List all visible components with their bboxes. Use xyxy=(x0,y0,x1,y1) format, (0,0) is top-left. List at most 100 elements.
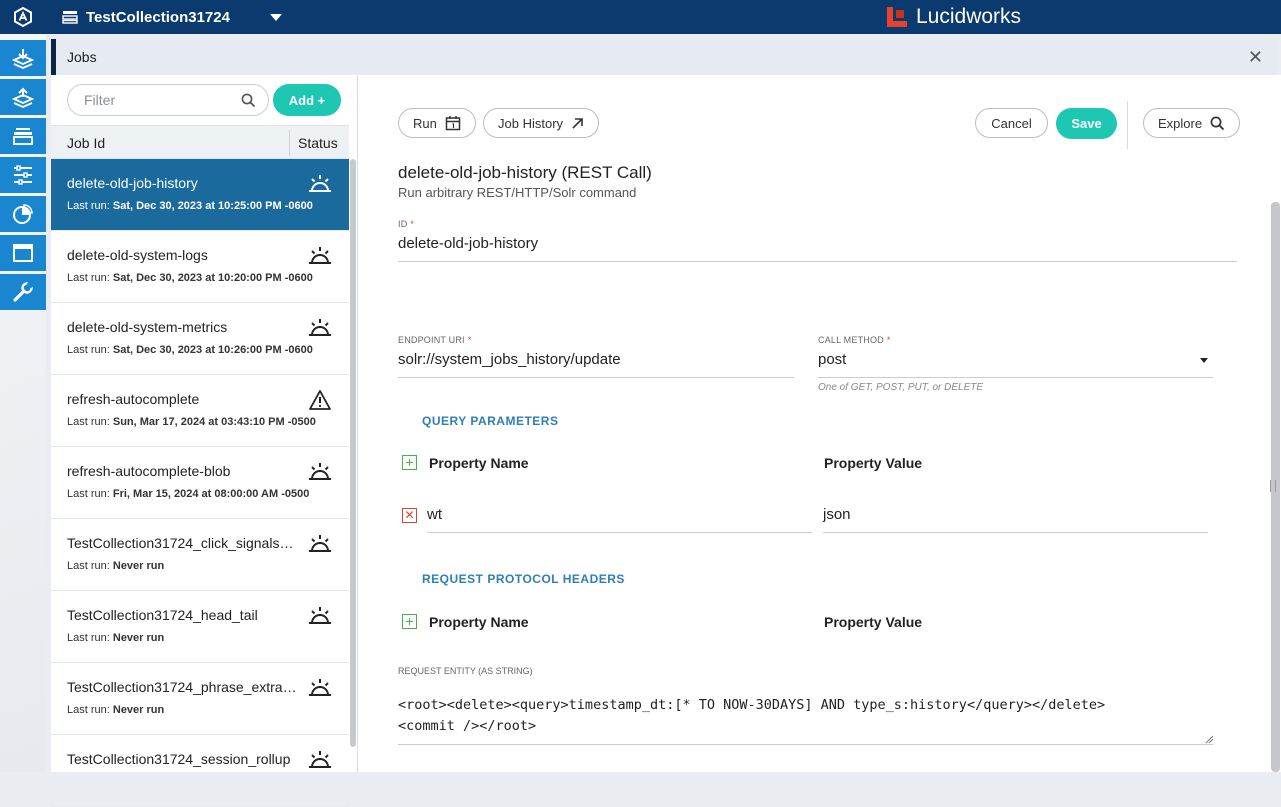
collection-name: TestCollection31724 xyxy=(86,8,230,26)
lucidworks-mark-icon xyxy=(886,6,908,28)
sunrise-icon xyxy=(308,461,332,483)
add-query-param-icon[interactable]: + xyxy=(402,455,417,470)
brand-name: Lucidworks xyxy=(916,5,1022,28)
rail-index-icon[interactable] xyxy=(0,40,46,76)
rail-apps-icon[interactable] xyxy=(0,235,46,271)
run-button[interactable]: Run xyxy=(398,108,476,138)
endpoint-uri-field[interactable]: solr://system_jobs_history/update xyxy=(398,351,794,378)
close-icon[interactable]: ✕ xyxy=(1248,47,1263,68)
job-name: TestCollection31724_click_signals_aggreg… xyxy=(67,535,297,551)
job-name: delete-old-job-history xyxy=(67,175,198,191)
job-last-run: Last run: Never run xyxy=(67,704,164,716)
add-header-icon[interactable]: + xyxy=(402,614,417,629)
id-label-text: ID xyxy=(398,219,408,229)
rail-system-wrench-icon[interactable] xyxy=(0,274,46,310)
header-property-value-header: Property Value xyxy=(824,614,923,630)
query-parameters-heading: QUERY PARAMETERS xyxy=(422,414,559,428)
rail-query-icon[interactable] xyxy=(0,79,46,115)
job-row[interactable]: delete-old-system-metrics Last run: Sat, … xyxy=(51,303,349,375)
column-status[interactable]: Status xyxy=(298,135,338,151)
job-row[interactable]: TestCollection31724_session_rollup xyxy=(51,735,349,807)
last-run-label: Last run: xyxy=(67,200,110,212)
job-row[interactable]: refresh-autocomplete-blob Last run: Fri, … xyxy=(51,447,349,519)
explore-label: Explore xyxy=(1158,115,1203,131)
param-value-field[interactable]: json xyxy=(823,506,1208,533)
collection-selector[interactable]: TestCollection31724 xyxy=(62,0,282,34)
chevron-down-icon xyxy=(1200,358,1208,363)
cancel-button[interactable]: Cancel xyxy=(975,108,1048,138)
job-history-button[interactable]: Job History xyxy=(483,108,600,138)
last-run-label: Last run: xyxy=(67,416,110,428)
save-button[interactable]: Save xyxy=(1056,108,1117,139)
job-last-run: Last run: Sat, Dec 30, 2023 at 10:20:00 … xyxy=(67,272,313,284)
jobs-list-pane: Add + Job Id Status delete-old-job-histo… xyxy=(51,75,358,807)
column-divider xyxy=(289,130,290,156)
job-row[interactable]: delete-old-system-logs Last run: Sat, Dec… xyxy=(51,231,349,303)
sunrise-icon xyxy=(308,245,332,267)
rail-relevance-icon[interactable] xyxy=(0,157,46,193)
request-entity-textarea[interactable]: <root><delete><query>timestamp_dt:[* TO … xyxy=(398,695,1213,745)
home-logo-icon[interactable] xyxy=(0,0,46,34)
last-run-label: Last run: xyxy=(67,632,110,644)
id-field[interactable]: delete-old-job-history xyxy=(398,235,1237,262)
call-method-hint: One of GET, POST, PUT, or DELETE xyxy=(818,382,984,393)
job-row[interactable]: TestCollection31724_head_tail Last run: N… xyxy=(51,591,349,663)
job-subtitle: Run arbitrary REST/HTTP/Solr command xyxy=(398,185,637,200)
last-run-label: Last run: xyxy=(67,344,110,356)
endpoint-label-text: ENDPOINT URI xyxy=(398,335,465,345)
column-job-id[interactable]: Job Id xyxy=(67,135,105,151)
rail-analytics-icon[interactable] xyxy=(0,196,46,232)
job-last-run: Last run: Sun, Mar 17, 2024 at 03:43:10 … xyxy=(67,416,316,428)
top-bar: TestCollection31724 Lucidworks xyxy=(0,0,1281,34)
last-run-value: Never run xyxy=(112,560,165,572)
sunrise-icon xyxy=(308,317,332,339)
job-name: TestCollection31724_head_tail xyxy=(67,607,258,623)
sunrise-icon xyxy=(308,605,332,627)
filter-input[interactable] xyxy=(84,92,234,108)
call-method-label: CALL METHOD * xyxy=(818,335,891,345)
job-row[interactable]: TestCollection31724_phrase_extraction Las… xyxy=(51,663,349,735)
pane-drag-handle[interactable] xyxy=(1270,480,1276,492)
last-run-value: Sat, Dec 30, 2023 at 10:25:00 PM -0600 xyxy=(112,200,313,212)
run-label: Run xyxy=(413,115,437,131)
job-name: TestCollection31724_session_rollup xyxy=(67,751,291,767)
panel-header: Jobs ✕ xyxy=(51,39,1277,75)
job-row[interactable]: refresh-autocomplete Last run: Sun, Mar 1… xyxy=(51,375,349,447)
job-history-label: Job History xyxy=(498,115,564,131)
job-last-run: Last run: Sat, Dec 30, 2023 at 10:26:00 … xyxy=(67,344,313,356)
param-name-field[interactable]: wt xyxy=(427,506,812,533)
left-rail xyxy=(0,34,46,772)
job-row[interactable]: delete-old-job-history Last run: Sat, Dec… xyxy=(51,159,349,231)
panel-title: Jobs xyxy=(67,49,97,65)
job-name: delete-old-system-metrics xyxy=(67,319,228,335)
list-scrollbar[interactable] xyxy=(350,159,356,747)
explore-button[interactable]: Explore xyxy=(1143,108,1241,138)
chevron-down-icon xyxy=(269,13,282,21)
search-icon xyxy=(1210,116,1225,130)
search-icon xyxy=(241,93,256,108)
last-run-value: Sat, Dec 30, 2023 at 10:20:00 PM -0600 xyxy=(112,272,313,284)
warning-icon xyxy=(308,389,332,411)
call-method-select[interactable]: post xyxy=(818,351,1213,378)
job-name: TestCollection31724_phrase_extraction xyxy=(67,679,297,695)
brand-logo: Lucidworks xyxy=(886,0,1021,34)
job-last-run: Last run: Never run xyxy=(67,632,164,644)
query-property-value-header: Property Value xyxy=(824,455,923,471)
job-name: refresh-autocomplete-blob xyxy=(67,463,231,479)
job-row[interactable]: TestCollection31724_click_signals_aggreg… xyxy=(51,519,349,591)
external-arrow-icon xyxy=(572,117,583,129)
filter-field[interactable] xyxy=(67,84,269,116)
resize-grip-icon[interactable] xyxy=(1205,735,1214,744)
call-method-value: post xyxy=(818,351,847,368)
job-last-run: Last run: Fri, Mar 15, 2024 at 08:00:00 … xyxy=(67,488,309,500)
job-title: delete-old-job-history (REST Call) xyxy=(398,163,652,182)
add-job-button[interactable]: Add + xyxy=(273,84,341,116)
last-run-label: Last run: xyxy=(67,704,110,716)
job-last-run: Last run: Sat, Dec 30, 2023 at 10:25:00 … xyxy=(67,200,313,212)
last-run-value: Sat, Dec 30, 2023 at 10:26:00 PM -0600 xyxy=(112,344,313,356)
list-header: Job Id Status xyxy=(51,125,349,159)
rail-collections-icon[interactable] xyxy=(0,118,46,154)
endpoint-label: ENDPOINT URI * xyxy=(398,335,472,345)
remove-param-icon[interactable]: ✕ xyxy=(402,508,417,523)
request-entity-label: REQUEST ENTITY (AS STRING) xyxy=(398,666,533,676)
